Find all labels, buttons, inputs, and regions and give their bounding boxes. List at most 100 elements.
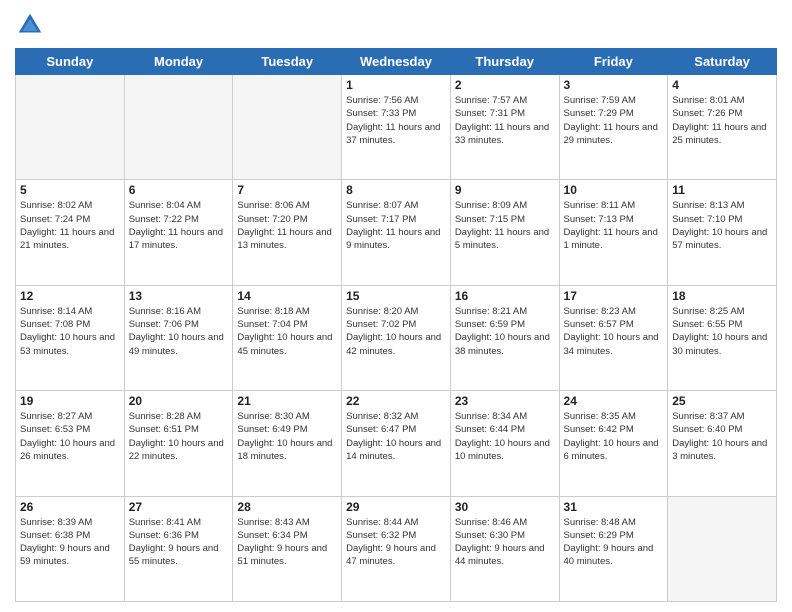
- calendar-cell: 29 Sunrise: 8:44 AMSunset: 6:32 PMDayligh…: [342, 496, 451, 601]
- calendar-cell: 8Sunrise: 8:07 AMSunset: 7:17 PMDaylight…: [342, 180, 451, 285]
- cell-content: Sunrise: 8:35 AMSunset: 6:42 PMDaylight:…: [564, 410, 664, 463]
- calendar-cell: 9 Sunrise: 8:09 AMSunset: 7:15 PMDaylight…: [450, 180, 559, 285]
- calendar-cell: 17Sunrise: 8:23 AMSunset: 6:57 PMDayligh…: [559, 285, 668, 390]
- day-header-tuesday: Tuesday: [233, 49, 342, 75]
- cell-content: Sunrise: 8:27 AMSunset: 6:53 PMDaylight:…: [20, 410, 120, 463]
- cell-content: Sunrise: 8:04 AMSunset: 7:22 PMDaylight:…: [129, 199, 229, 252]
- day-number: 5: [20, 183, 120, 197]
- day-header-monday: Monday: [124, 49, 233, 75]
- cell-content: Sunrise: 8:37 AMSunset: 6:40 PMDaylight:…: [672, 410, 772, 463]
- day-number: 13: [129, 289, 229, 303]
- day-number: 10: [564, 183, 664, 197]
- cell-content: Sunrise: 8:46 AMSunset: 6:30 PMDaylight:…: [455, 516, 555, 569]
- cell-content: Sunrise: 8:16 AMSunset: 7:06 PMDaylight:…: [129, 305, 229, 358]
- cell-content: Sunrise: 8:48 AMSunset: 6:29 PMDaylight:…: [564, 516, 664, 569]
- cell-content: Sunrise: 7:59 AMSunset: 7:29 PMDaylight:…: [564, 94, 664, 147]
- cell-content: Sunrise: 8:25 AMSunset: 6:55 PMDaylight:…: [672, 305, 772, 358]
- calendar-cell: [233, 75, 342, 180]
- calendar-cell: 5 Sunrise: 8:02 AMSunset: 7:24 PMDaylight…: [16, 180, 125, 285]
- calendar-cell: 20Sunrise: 8:28 AMSunset: 6:51 PMDayligh…: [124, 391, 233, 496]
- calendar-cell: [124, 75, 233, 180]
- calendar-cell: 1 Sunrise: 7:56 AMSunset: 7:33 PMDaylight…: [342, 75, 451, 180]
- calendar-cell: 12 Sunrise: 8:14 AMSunset: 7:08 PMDayligh…: [16, 285, 125, 390]
- day-header-sunday: Sunday: [16, 49, 125, 75]
- header: [15, 10, 777, 40]
- day-number: 2: [455, 78, 555, 92]
- cell-content: Sunrise: 8:06 AMSunset: 7:20 PMDaylight:…: [237, 199, 337, 252]
- day-number: 12: [20, 289, 120, 303]
- day-number: 1: [346, 78, 446, 92]
- calendar-cell: 2 Sunrise: 7:57 AMSunset: 7:31 PMDaylight…: [450, 75, 559, 180]
- calendar-cell: 31 Sunrise: 8:48 AMSunset: 6:29 PMDayligh…: [559, 496, 668, 601]
- cell-content: Sunrise: 8:18 AMSunset: 7:04 PMDaylight:…: [237, 305, 337, 358]
- calendar-cell: 27 Sunrise: 8:41 AMSunset: 6:36 PMDayligh…: [124, 496, 233, 601]
- logo: [15, 10, 49, 40]
- day-number: 15: [346, 289, 446, 303]
- day-number: 23: [455, 394, 555, 408]
- logo-icon: [15, 10, 45, 40]
- calendar-cell: 3 Sunrise: 7:59 AMSunset: 7:29 PMDaylight…: [559, 75, 668, 180]
- day-number: 30: [455, 500, 555, 514]
- day-header-thursday: Thursday: [450, 49, 559, 75]
- day-number: 27: [129, 500, 229, 514]
- calendar-cell: 26 Sunrise: 8:39 AMSunset: 6:38 PMDayligh…: [16, 496, 125, 601]
- day-number: 16: [455, 289, 555, 303]
- cell-content: Sunrise: 8:14 AMSunset: 7:08 PMDaylight:…: [20, 305, 120, 358]
- day-header-wednesday: Wednesday: [342, 49, 451, 75]
- cell-content: Sunrise: 7:56 AMSunset: 7:33 PMDaylight:…: [346, 94, 446, 147]
- day-number: 26: [20, 500, 120, 514]
- day-number: 22: [346, 394, 446, 408]
- day-number: 11: [672, 183, 772, 197]
- calendar-cell: 15 Sunrise: 8:20 AMSunset: 7:02 PMDayligh…: [342, 285, 451, 390]
- week-row-2: 12 Sunrise: 8:14 AMSunset: 7:08 PMDayligh…: [16, 285, 777, 390]
- day-number: 21: [237, 394, 337, 408]
- day-number: 3: [564, 78, 664, 92]
- calendar-cell: 13 Sunrise: 8:16 AMSunset: 7:06 PMDayligh…: [124, 285, 233, 390]
- cell-content: Sunrise: 8:01 AMSunset: 7:26 PMDaylight:…: [672, 94, 772, 147]
- cell-content: Sunrise: 8:34 AMSunset: 6:44 PMDaylight:…: [455, 410, 555, 463]
- week-row-3: 19 Sunrise: 8:27 AMSunset: 6:53 PMDayligh…: [16, 391, 777, 496]
- calendar-cell: 18 Sunrise: 8:25 AMSunset: 6:55 PMDayligh…: [668, 285, 777, 390]
- day-number: 6: [129, 183, 229, 197]
- calendar-cell: 30 Sunrise: 8:46 AMSunset: 6:30 PMDayligh…: [450, 496, 559, 601]
- day-number: 18: [672, 289, 772, 303]
- cell-content: Sunrise: 8:28 AMSunset: 6:51 PMDaylight:…: [129, 410, 229, 463]
- cell-content: Sunrise: 8:13 AMSunset: 7:10 PMDaylight:…: [672, 199, 772, 252]
- cell-content: Sunrise: 8:32 AMSunset: 6:47 PMDaylight:…: [346, 410, 446, 463]
- cell-content: Sunrise: 8:41 AMSunset: 6:36 PMDaylight:…: [129, 516, 229, 569]
- cell-content: Sunrise: 8:21 AMSunset: 6:59 PMDaylight:…: [455, 305, 555, 358]
- calendar-cell: 19 Sunrise: 8:27 AMSunset: 6:53 PMDayligh…: [16, 391, 125, 496]
- day-number: 9: [455, 183, 555, 197]
- day-number: 31: [564, 500, 664, 514]
- calendar-cell: 21Sunrise: 8:30 AMSunset: 6:49 PMDayligh…: [233, 391, 342, 496]
- cell-content: Sunrise: 8:44 AMSunset: 6:32 PMDaylight:…: [346, 516, 446, 569]
- day-number: 4: [672, 78, 772, 92]
- cell-content: Sunrise: 8:09 AMSunset: 7:15 PMDaylight:…: [455, 199, 555, 252]
- calendar-cell: 16 Sunrise: 8:21 AMSunset: 6:59 PMDayligh…: [450, 285, 559, 390]
- cell-content: Sunrise: 8:02 AMSunset: 7:24 PMDaylight:…: [20, 199, 120, 252]
- day-number: 7: [237, 183, 337, 197]
- day-number: 29: [346, 500, 446, 514]
- calendar-cell: [668, 496, 777, 601]
- week-row-0: 1 Sunrise: 7:56 AMSunset: 7:33 PMDaylight…: [16, 75, 777, 180]
- week-row-1: 5 Sunrise: 8:02 AMSunset: 7:24 PMDaylight…: [16, 180, 777, 285]
- day-number: 8: [346, 183, 446, 197]
- day-header-saturday: Saturday: [668, 49, 777, 75]
- calendar-cell: 28Sunrise: 8:43 AMSunset: 6:34 PMDayligh…: [233, 496, 342, 601]
- calendar-cell: 23 Sunrise: 8:34 AMSunset: 6:44 PMDayligh…: [450, 391, 559, 496]
- calendar-cell: 24Sunrise: 8:35 AMSunset: 6:42 PMDayligh…: [559, 391, 668, 496]
- cell-content: Sunrise: 8:20 AMSunset: 7:02 PMDaylight:…: [346, 305, 446, 358]
- calendar-cell: 10Sunrise: 8:11 AMSunset: 7:13 PMDayligh…: [559, 180, 668, 285]
- calendar-cell: 25Sunrise: 8:37 AMSunset: 6:40 PMDayligh…: [668, 391, 777, 496]
- week-row-4: 26 Sunrise: 8:39 AMSunset: 6:38 PMDayligh…: [16, 496, 777, 601]
- day-number: 19: [20, 394, 120, 408]
- calendar-cell: [16, 75, 125, 180]
- day-number: 28: [237, 500, 337, 514]
- calendar-cell: 22 Sunrise: 8:32 AMSunset: 6:47 PMDayligh…: [342, 391, 451, 496]
- day-header-friday: Friday: [559, 49, 668, 75]
- cell-content: Sunrise: 7:57 AMSunset: 7:31 PMDaylight:…: [455, 94, 555, 147]
- cell-content: Sunrise: 8:39 AMSunset: 6:38 PMDaylight:…: [20, 516, 120, 569]
- calendar-cell: 4 Sunrise: 8:01 AMSunset: 7:26 PMDaylight…: [668, 75, 777, 180]
- calendar-cell: 14Sunrise: 8:18 AMSunset: 7:04 PMDayligh…: [233, 285, 342, 390]
- page: SundayMondayTuesdayWednesdayThursdayFrid…: [0, 0, 792, 612]
